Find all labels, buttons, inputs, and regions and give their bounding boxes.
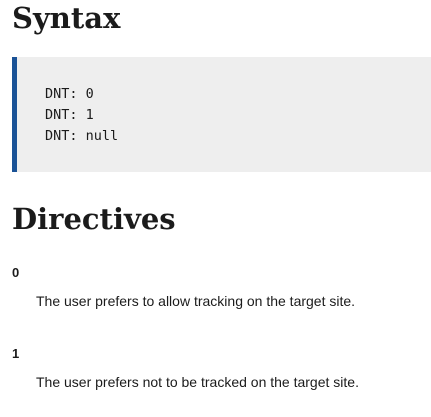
page: Syntax DNT: 0 DNT: 1 DNT: null Directives … (0, 0, 431, 417)
code-content: DNT: 0 DNT: 1 DNT: null (45, 84, 118, 147)
directive-term-1: 1 (12, 346, 20, 361)
syntax-heading: Syntax (12, 1, 121, 35)
code-line: DNT: 1 (45, 107, 94, 123)
directive-description-1: The user prefers not to be tracked on th… (36, 374, 359, 390)
directives-heading: Directives (12, 202, 176, 236)
directive-description-0: The user prefers to allow tracking on th… (36, 293, 356, 309)
code-line: DNT: null (45, 128, 119, 144)
code-line: DNT: 0 (45, 86, 94, 102)
directive-term-0: 0 (12, 265, 20, 280)
syntax-code-block: DNT: 0 DNT: 1 DNT: null (12, 57, 431, 172)
